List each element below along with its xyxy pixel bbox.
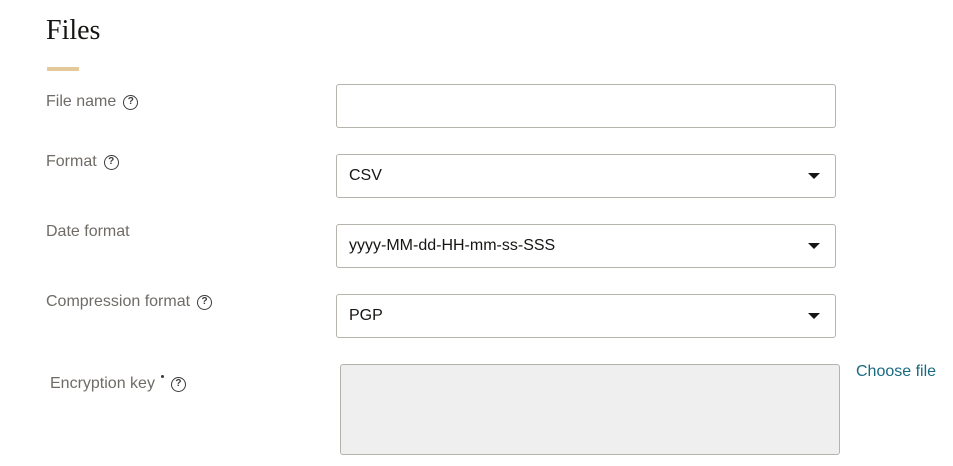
encryption-key-textarea[interactable] xyxy=(340,364,840,455)
format-select[interactable]: CSV xyxy=(336,154,836,198)
encryption-key-label-text: Encryption key xyxy=(50,375,155,392)
file-name-label: File name ? xyxy=(46,92,139,112)
compression-format-label: Compression format ? xyxy=(46,292,213,312)
help-icon[interactable]: ? xyxy=(123,94,139,110)
caret-down-icon xyxy=(808,243,820,249)
help-icon[interactable]: ? xyxy=(103,154,119,170)
help-icon[interactable]: ? xyxy=(170,376,186,392)
compression-format-label-text: Compression format xyxy=(46,293,191,310)
file-name-label-text: File name xyxy=(46,93,117,110)
date-format-label-text: Date format xyxy=(46,223,130,240)
date-format-label: Date format xyxy=(46,222,130,242)
files-section: Files File name ? Format ? CSV Date form… xyxy=(0,0,953,466)
date-format-select[interactable]: yyyy-MM-dd-HH-mm-ss-SSS xyxy=(336,224,836,268)
required-indicator xyxy=(160,374,164,378)
date-format-selected-value: yyyy-MM-dd-HH-mm-ss-SSS xyxy=(349,237,556,254)
encryption-key-label: Encryption key ? xyxy=(50,374,186,394)
choose-file-link[interactable]: Choose file xyxy=(856,362,936,382)
format-selected-value: CSV xyxy=(349,167,382,184)
format-label-text: Format xyxy=(46,153,97,170)
help-icon[interactable]: ? xyxy=(197,294,213,310)
compression-format-select[interactable]: PGP xyxy=(336,294,836,338)
title-underline xyxy=(47,67,79,71)
section-title: Files xyxy=(46,15,101,46)
file-name-input[interactable] xyxy=(336,84,836,128)
compression-format-selected-value: PGP xyxy=(349,307,383,324)
caret-down-icon xyxy=(808,313,820,319)
caret-down-icon xyxy=(808,173,820,179)
format-label: Format ? xyxy=(46,152,119,172)
